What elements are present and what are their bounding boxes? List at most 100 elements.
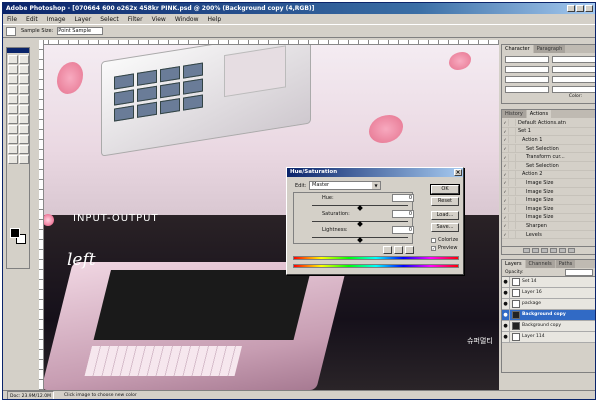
menu-help[interactable]: Help xyxy=(208,16,222,23)
type-tool-icon[interactable] xyxy=(19,125,29,134)
list-item[interactable]: ✓ Set 1 xyxy=(502,127,595,137)
layer-row[interactable]: ● Set 14 xyxy=(502,277,595,288)
maximize-button[interactable] xyxy=(576,5,584,12)
font-style-field[interactable] xyxy=(552,56,595,63)
font-family-field[interactable] xyxy=(505,56,549,63)
hand-tool-icon[interactable] xyxy=(8,155,18,164)
eye-icon[interactable]: ● xyxy=(502,332,510,342)
tab-history[interactable]: History xyxy=(502,110,526,118)
gradient-tool-icon[interactable] xyxy=(19,105,29,114)
slice-tool-icon[interactable] xyxy=(19,75,29,84)
menu-select[interactable]: Select xyxy=(100,16,119,23)
layer-row[interactable]: ● Layer 114 xyxy=(502,332,595,343)
colorize-box[interactable] xyxy=(431,237,436,243)
layer-row-selected[interactable]: ● Background copy xyxy=(502,310,595,321)
hue-slider[interactable] xyxy=(312,205,408,211)
blur-tool-icon[interactable] xyxy=(8,115,18,124)
opacity-field[interactable] xyxy=(565,269,593,276)
new-action-icon[interactable] xyxy=(559,248,566,253)
layer-row[interactable]: ● Layer 16 xyxy=(502,288,595,299)
tab-paragraph[interactable]: Paragraph xyxy=(533,45,566,53)
menu-window[interactable]: Window xyxy=(175,16,199,23)
preview-box[interactable]: ✓ xyxy=(431,245,436,251)
hue-input[interactable]: 0 xyxy=(392,194,414,202)
eyedropper-plus-icon[interactable] xyxy=(394,246,403,254)
horizontal-scale-field[interactable] xyxy=(552,86,595,93)
list-item[interactable]: ✓ Transform cur... xyxy=(502,153,595,162)
eyedropper-icon[interactable] xyxy=(383,246,392,254)
list-item[interactable]: ✓ Levels xyxy=(502,231,595,240)
saturation-slider-thumb[interactable] xyxy=(357,221,363,227)
layer-row[interactable]: ● Background copy xyxy=(502,321,595,332)
list-item[interactable]: ✓ Image Size xyxy=(502,179,595,188)
leading-field[interactable] xyxy=(552,66,595,73)
saturation-slider[interactable] xyxy=(312,221,408,227)
menu-edit[interactable]: Edit xyxy=(26,16,38,23)
eye-icon[interactable]: ● xyxy=(502,288,510,298)
magic-wand-tool-icon[interactable] xyxy=(19,65,29,74)
tab-character[interactable]: Character xyxy=(502,45,533,53)
list-item[interactable]: ✓ Sharpen xyxy=(502,222,595,231)
list-item[interactable]: ✓ Image Size xyxy=(502,196,595,205)
preview-checkbox[interactable]: ✓ Preview xyxy=(431,245,457,251)
lasso-tool-icon[interactable] xyxy=(8,65,18,74)
list-item[interactable]: ✓ Image Size xyxy=(502,205,595,214)
list-item[interactable]: ✓ Image Size xyxy=(502,188,595,197)
close-button[interactable] xyxy=(585,5,593,12)
record-icon[interactable] xyxy=(532,248,539,253)
lightness-slider[interactable] xyxy=(312,237,408,243)
save-button[interactable]: Save... xyxy=(431,223,459,232)
stop-icon[interactable] xyxy=(523,248,530,253)
layer-row[interactable]: ● package xyxy=(502,299,595,310)
eye-icon[interactable]: ● xyxy=(502,310,510,320)
eye-icon[interactable]: ● xyxy=(502,277,510,287)
close-icon[interactable]: × xyxy=(454,169,462,176)
eraser-tool-icon[interactable] xyxy=(8,105,18,114)
ok-button[interactable]: OK xyxy=(430,184,460,195)
tab-actions[interactable]: Actions xyxy=(526,110,552,118)
eyedropper-minus-icon[interactable] xyxy=(405,246,414,254)
marquee-tool-icon[interactable] xyxy=(8,55,18,64)
menu-file[interactable]: File xyxy=(7,16,17,23)
lightness-slider-thumb[interactable] xyxy=(357,237,363,243)
font-size-field[interactable] xyxy=(505,66,549,73)
stamp-tool-icon[interactable] xyxy=(8,95,18,104)
history-brush-tool-icon[interactable] xyxy=(19,95,29,104)
foreground-color-swatch[interactable] xyxy=(10,228,20,238)
new-set-icon[interactable] xyxy=(550,248,557,253)
colorize-checkbox[interactable]: Colorize xyxy=(431,237,458,243)
dialog-title-bar[interactable]: Hue/Saturation × xyxy=(287,168,463,177)
edit-select[interactable]: Master ▼ xyxy=(309,181,381,190)
list-item[interactable]: ✓ Image Size xyxy=(502,213,595,223)
path-select-tool-icon[interactable] xyxy=(8,125,18,134)
menu-image[interactable]: Image xyxy=(47,16,66,23)
zoom-tool-icon[interactable] xyxy=(19,155,29,164)
reset-button[interactable]: Reset xyxy=(431,197,459,206)
trash-icon[interactable] xyxy=(568,248,575,253)
vertical-scale-field[interactable] xyxy=(505,86,549,93)
tab-paths[interactable]: Paths xyxy=(555,260,576,268)
saturation-input[interactable]: 0 xyxy=(392,210,414,218)
menu-layer[interactable]: Layer xyxy=(74,16,91,23)
eye-icon[interactable]: ● xyxy=(502,299,510,309)
crop-tool-icon[interactable] xyxy=(8,75,18,84)
brush-tool-icon[interactable] xyxy=(19,85,29,94)
notes-tool-icon[interactable] xyxy=(8,145,18,154)
pen-tool-icon[interactable] xyxy=(8,135,18,144)
menu-filter[interactable]: Filter xyxy=(128,16,143,23)
play-icon[interactable] xyxy=(541,248,548,253)
hue-slider-thumb[interactable] xyxy=(357,205,363,211)
kerning-field[interactable] xyxy=(505,76,549,83)
tab-channels[interactable]: Channels xyxy=(525,260,555,268)
menu-view[interactable]: View xyxy=(152,16,166,23)
move-tool-icon[interactable] xyxy=(19,55,29,64)
list-item[interactable]: ✓ Set Selection xyxy=(502,162,595,171)
list-item[interactable]: ✓ Action 2 xyxy=(502,170,595,180)
list-item[interactable]: ✓ Default Actions.atn xyxy=(502,119,595,128)
minimize-button[interactable] xyxy=(567,5,575,12)
shape-tool-icon[interactable] xyxy=(19,135,29,144)
healing-tool-icon[interactable] xyxy=(8,85,18,94)
eyedropper-icon[interactable] xyxy=(6,27,16,36)
eyedropper-tool-icon[interactable] xyxy=(19,145,29,154)
sample-size-select[interactable]: Point Sample xyxy=(57,27,104,35)
